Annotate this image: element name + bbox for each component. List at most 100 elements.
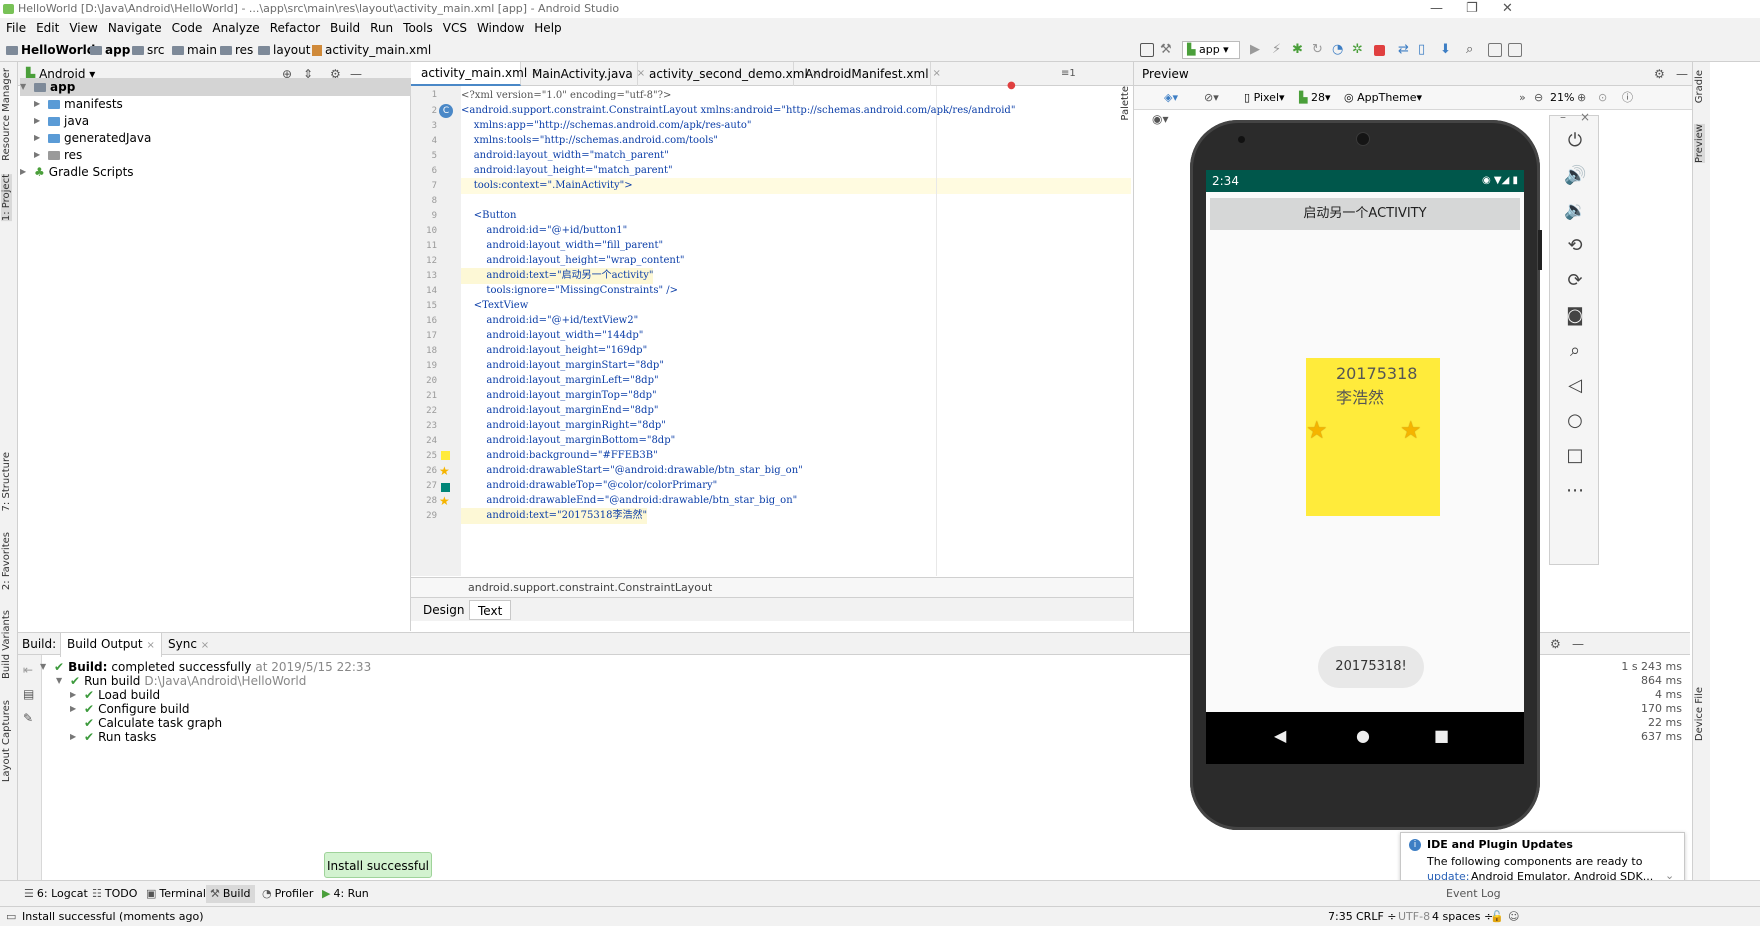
breadcrumb-file[interactable]: activity_main.xml	[312, 38, 431, 62]
back-icon[interactable]: ◁	[1564, 375, 1586, 396]
phone-screen[interactable]: 2:34 ◉ ▼◢ ▮ 启动另一个ACTIVITY 20175318 李浩然 ★ …	[1206, 170, 1524, 764]
build-row[interactable]: ▶ ✔ Run tasks	[70, 729, 156, 745]
sync-icon[interactable]: ⇄	[1398, 43, 1412, 57]
attach-debugger-icon[interactable]: ↻	[1312, 43, 1326, 57]
menu-view[interactable]: View	[69, 18, 97, 38]
tab-todo[interactable]: ☷ TODO	[92, 885, 137, 903]
bug-icon[interactable]: ✲	[1352, 43, 1366, 57]
breadcrumb-src[interactable]: src	[132, 38, 165, 62]
tree-item-res[interactable]: ▶ res	[34, 146, 82, 164]
rotate-right-icon[interactable]: ⟳	[1564, 270, 1586, 291]
stop-icon[interactable]	[1374, 45, 1385, 56]
eye-icon[interactable]: ◉▾	[1152, 112, 1169, 126]
status-toggle-icon[interactable]: ▭	[6, 907, 16, 927]
tree-item-gradle-scripts[interactable]: ▶ ♣ Gradle Scripts	[20, 163, 134, 181]
close-emulator-icon[interactable]: ×	[1580, 110, 1590, 124]
indent-setting[interactable]: 4 spaces ÷	[1432, 907, 1493, 927]
menu-refactor[interactable]: Refactor	[270, 18, 320, 38]
minimize-button[interactable]: —	[1430, 0, 1443, 18]
tool-tab-device-file[interactable]: Device File	[1694, 687, 1705, 741]
zoom-out-icon[interactable]: ⊖	[1534, 86, 1543, 110]
tool-tab-resource-manager[interactable]: Resource Manager	[1, 68, 12, 161]
menu-window[interactable]: Window	[477, 18, 524, 38]
menu-tools[interactable]: Tools	[403, 18, 433, 38]
menu-code[interactable]: Code	[172, 18, 203, 38]
device-select[interactable]: ▯ Pixel▾	[1244, 86, 1285, 110]
theme-select[interactable]: ◎ AppTheme▾	[1344, 86, 1422, 110]
zoom-icon[interactable]: ⌕	[1564, 340, 1586, 361]
api-select[interactable]: ▙ 28▾	[1299, 86, 1331, 110]
tab-android-manifest[interactable]: AndroidManifest.xml ×	[795, 62, 941, 86]
tool-tab-favorites[interactable]: 2: Favorites	[1, 532, 12, 590]
menu-analyze[interactable]: Analyze	[212, 18, 259, 38]
tool-tab-gradle[interactable]: Gradle	[1694, 70, 1705, 103]
layers-icon[interactable]: ◈▾	[1164, 86, 1178, 110]
zoom-fit-icon[interactable]: ⊙	[1598, 86, 1607, 110]
sdk-manager-icon[interactable]: ⬇	[1440, 43, 1454, 57]
menu-help[interactable]: Help	[534, 18, 561, 38]
run-icon[interactable]: ▶	[1250, 43, 1264, 57]
avd-manager-icon[interactable]: ▯	[1418, 43, 1432, 57]
info-icon[interactable]: ⓘ	[1622, 86, 1633, 110]
profile-icon[interactable]: ◔	[1332, 43, 1346, 57]
gear-icon[interactable]: ⚙	[1550, 633, 1561, 655]
tool-tab-structure[interactable]: 7: Structure	[1, 452, 12, 511]
overview-icon[interactable]: □	[1564, 445, 1586, 466]
line-separator[interactable]: CRLF ÷	[1356, 907, 1397, 927]
tool-tab-layout-captures[interactable]: Layout Captures	[1, 700, 12, 782]
breadcrumb-main[interactable]: main	[172, 38, 217, 62]
tab-overflow[interactable]: ≡1	[1061, 62, 1076, 86]
event-log-tab[interactable]: Event Log	[1446, 885, 1501, 903]
apply-changes-icon[interactable]: ⚡	[1272, 43, 1286, 57]
tab-text[interactable]: Text	[469, 600, 512, 620]
minimize-emulator-icon[interactable]: –	[1560, 110, 1566, 124]
breadcrumb-app[interactable]: app	[90, 38, 130, 62]
tool-tab-project[interactable]: 1: Project	[1, 174, 12, 222]
breadcrumb-layout[interactable]: layout	[258, 38, 310, 62]
menu-vcs[interactable]: VCS	[443, 18, 467, 38]
toolbar-extra-icon[interactable]	[1508, 43, 1522, 57]
more-options-icon[interactable]: ⋯	[1564, 480, 1586, 501]
orientation-icon[interactable]: ⊘▾	[1204, 86, 1219, 110]
tree-item-manifests[interactable]: ▶ manifests	[34, 95, 123, 113]
project-structure-icon[interactable]	[1488, 43, 1502, 57]
error-icon[interactable]: ●	[1007, 80, 1016, 91]
home-icon[interactable]: ○	[1564, 410, 1586, 431]
run-config-select[interactable]: ▙ app ▾	[1182, 41, 1240, 59]
zoom-in-icon[interactable]: ⊕	[1577, 86, 1586, 110]
tree-item-generatedjava[interactable]: ▶ generatedJava	[34, 129, 151, 147]
debug-icon[interactable]: ✱	[1292, 43, 1306, 57]
breadcrumb-res[interactable]: res	[220, 38, 253, 62]
tab-mainactivity[interactable]: MainActivity.java ×	[522, 62, 645, 86]
hammer-icon[interactable]: ⚒	[1160, 43, 1174, 57]
close-button[interactable]: ✕	[1502, 0, 1513, 18]
tab-terminal[interactable]: ▣ Terminal	[146, 885, 206, 903]
tool-tab-build-variants[interactable]: Build Variants	[1, 610, 12, 679]
menu-build[interactable]: Build	[330, 18, 360, 38]
code-area[interactable]: <?xml version="1.0" encoding="utf-8"?> <…	[461, 86, 1133, 576]
tab-activity-main[interactable]: activity_main.xml ×	[411, 62, 540, 86]
back-icon[interactable]: ◀	[1274, 726, 1286, 745]
search-icon[interactable]: ⌕	[1466, 43, 1480, 57]
camera-icon[interactable]: ◙	[1564, 305, 1586, 326]
rotate-left-icon[interactable]: ⟲	[1564, 235, 1586, 256]
menu-run[interactable]: Run	[370, 18, 393, 38]
tab-build[interactable]: ⚒ Build	[206, 885, 255, 903]
hide-panel-icon[interactable]: —	[1572, 633, 1584, 655]
layout-icon[interactable]	[1140, 43, 1154, 57]
menu-edit[interactable]: Edit	[36, 18, 59, 38]
inspector-icon[interactable]: ☺	[1508, 907, 1519, 927]
toggle-view-icon[interactable]: ▤	[23, 687, 34, 701]
rerun-icon[interactable]: ⇤	[23, 663, 33, 677]
tab-sync[interactable]: Sync ×	[168, 633, 209, 657]
gear-icon[interactable]: ⚙	[1654, 62, 1665, 86]
lock-icon[interactable]: 🔓	[1490, 907, 1504, 927]
menu-file[interactable]: File	[6, 18, 26, 38]
tab-design[interactable]: Design	[415, 600, 472, 620]
tab-build-output[interactable]: Build Output ×	[60, 633, 162, 657]
tab-profiler[interactable]: ◔ Profiler	[262, 885, 313, 903]
palette-tab[interactable]: Palette	[1120, 86, 1131, 121]
start-activity-button[interactable]: 启动另一个ACTIVITY	[1210, 198, 1520, 230]
breadcrumb-project[interactable]: HelloWorld	[6, 38, 95, 62]
volume-down-icon[interactable]: 🔉	[1564, 200, 1586, 221]
